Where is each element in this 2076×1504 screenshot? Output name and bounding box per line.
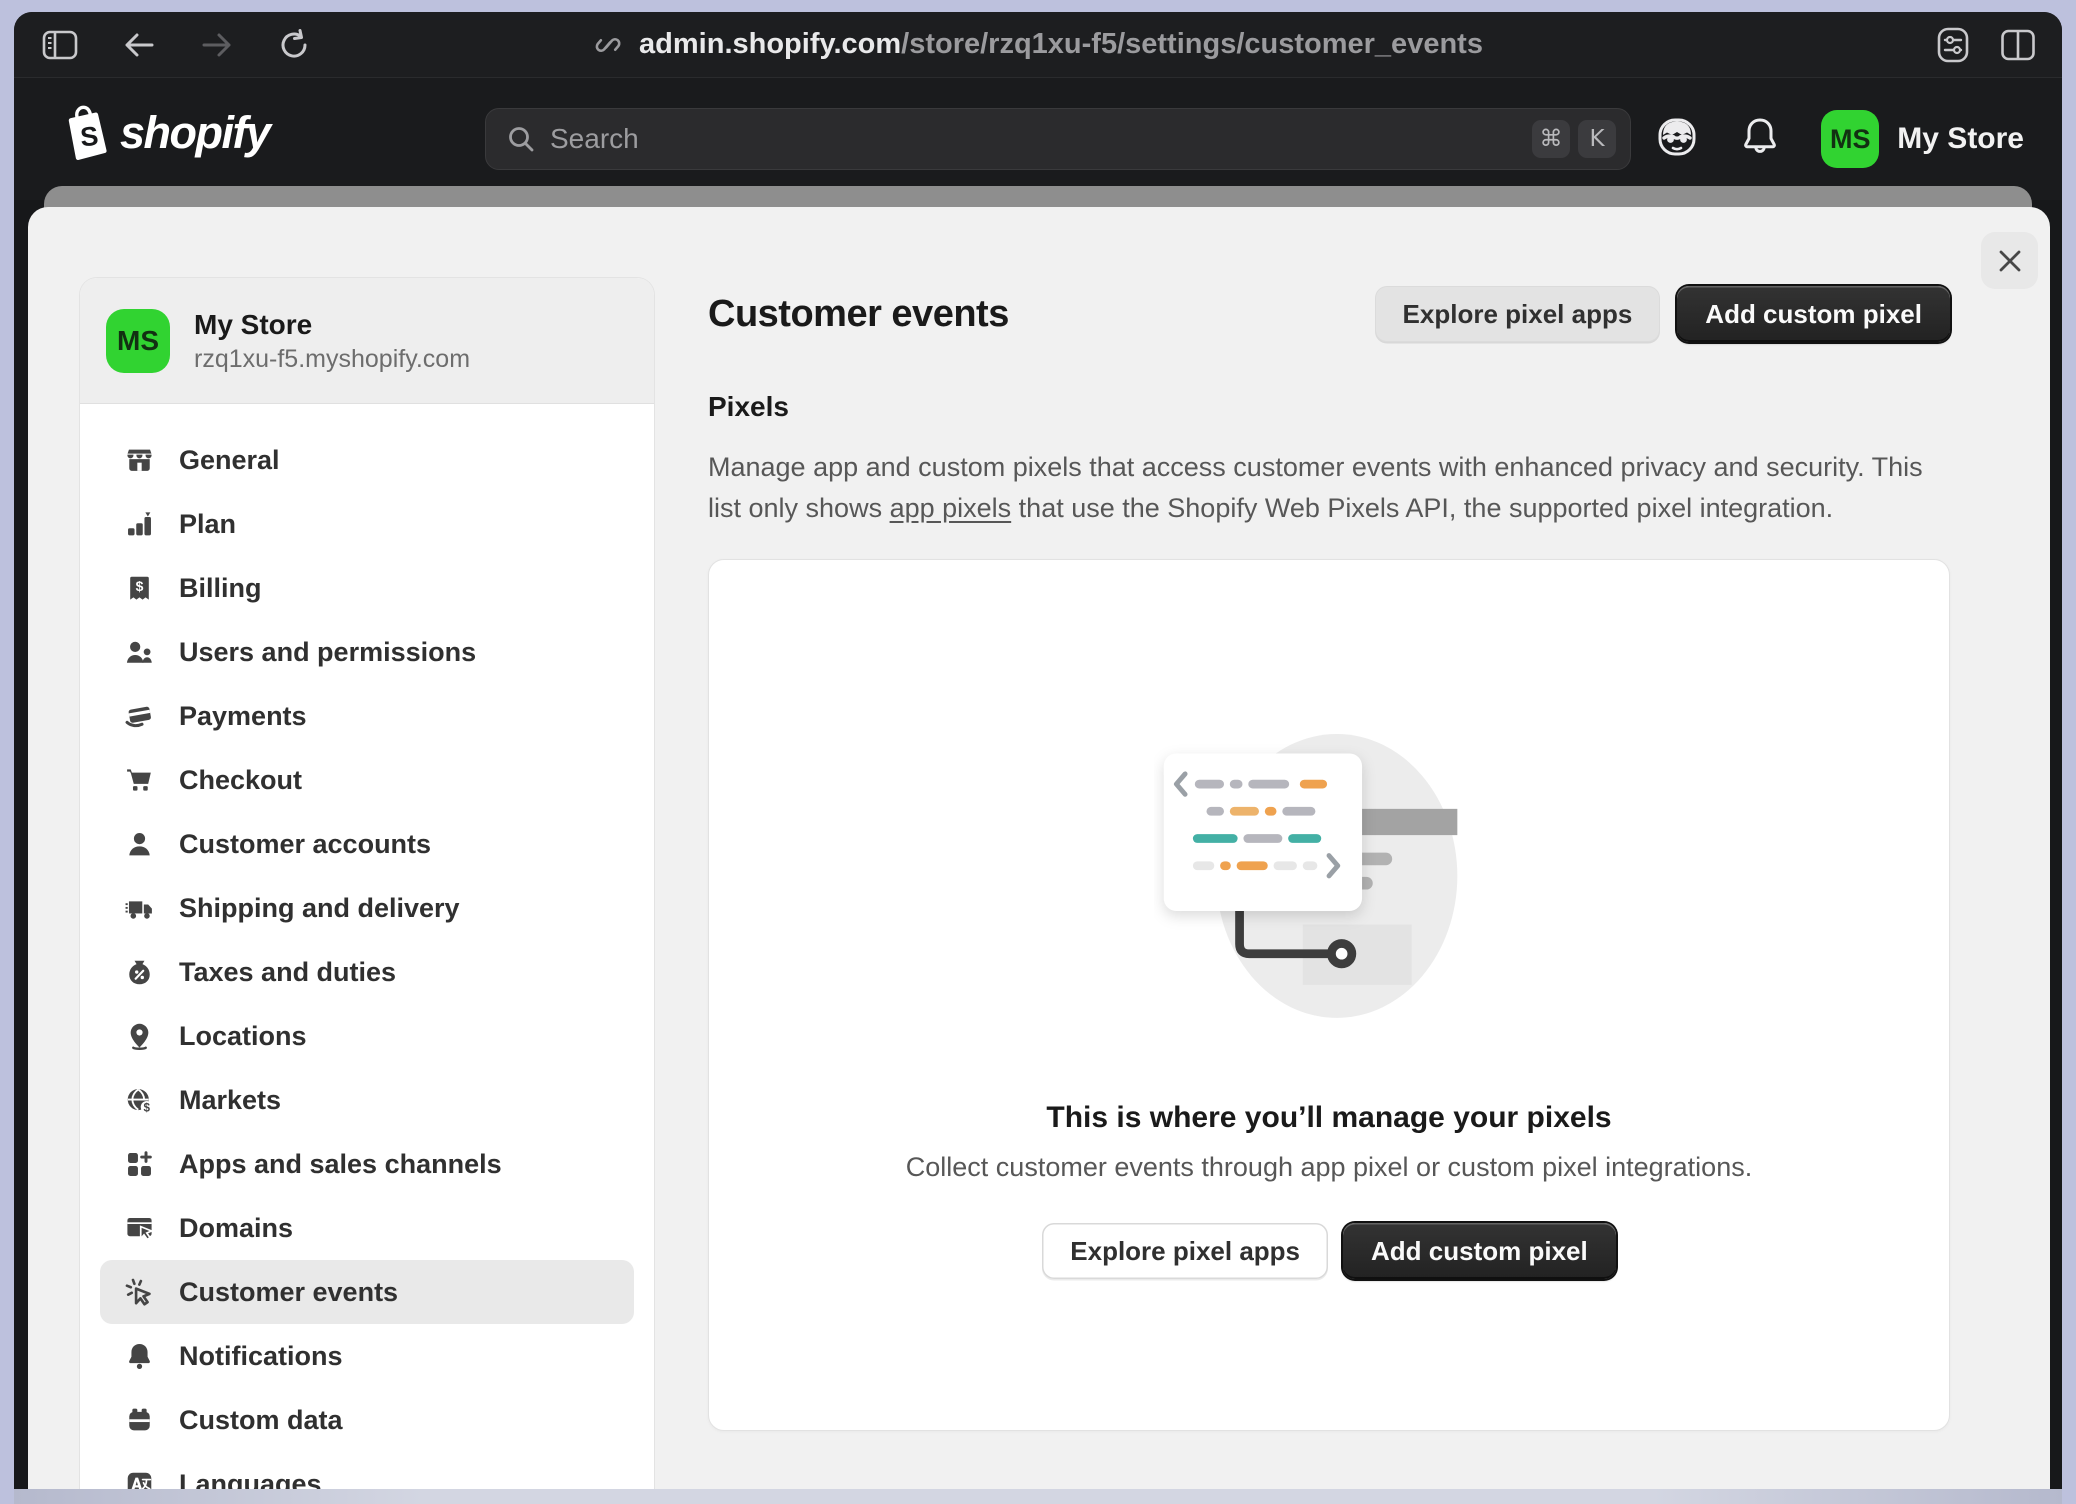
taxes-icon — [124, 957, 155, 988]
svg-text:S: S — [79, 121, 100, 152]
settings-nav: General Plan $ Billing Users and permiss… — [80, 404, 654, 1489]
url-domain: admin.shopify.com — [639, 28, 901, 60]
sidebar-item-locations[interactable]: Locations — [100, 1004, 634, 1068]
billing-icon: $ — [124, 573, 155, 604]
pixels-description: Manage app and custom pixels that access… — [708, 447, 1923, 529]
browser-toolbar: admin.shopify.com/store/rzq1xu-f5/settin… — [14, 12, 2062, 78]
search-placeholder: Search — [550, 123, 1532, 155]
sidebar-item-domains[interactable]: Domains — [100, 1196, 634, 1260]
search-icon — [506, 124, 536, 154]
custom-data-icon — [124, 1405, 155, 1436]
sidekick-icon[interactable] — [1655, 115, 1699, 164]
browser-window: admin.shopify.com/store/rzq1xu-f5/settin… — [14, 12, 2062, 1504]
locations-icon — [124, 1021, 155, 1052]
sidebar-toggle-icon[interactable] — [42, 30, 78, 60]
store-card-domain: rzq1xu-f5.myshopify.com — [194, 343, 470, 375]
checkout-icon — [124, 765, 155, 796]
add-custom-pixel-button-empty-state[interactable]: Add custom pixel — [1343, 1223, 1616, 1279]
notifications-bell-icon[interactable] — [1741, 116, 1779, 163]
url-path: /store/rzq1xu-f5/settings/customer_event… — [901, 28, 1483, 60]
sidebar-item-taxes-and-duties[interactable]: Taxes and duties — [100, 940, 634, 1004]
empty-state-subtext: Collect customer events through app pixe… — [709, 1152, 1949, 1183]
account-store-name: My Store — [1897, 122, 2024, 156]
shopify-logo[interactable]: S shopify — [60, 104, 270, 162]
sidebar-item-checkout[interactable]: Checkout — [100, 748, 634, 812]
page-title: Customer events — [708, 293, 1009, 336]
shopify-wordmark: shopify — [120, 107, 270, 159]
store-card[interactable]: MS My Store rzq1xu-f5.myshopify.com — [80, 278, 654, 404]
address-bar[interactable]: admin.shopify.com/store/rzq1xu-f5/settin… — [593, 28, 1483, 61]
store-card-name: My Store — [194, 307, 470, 343]
sidebar-item-general[interactable]: General — [100, 428, 634, 492]
settings-content: Customer events Explore pixel apps Add c… — [708, 285, 1950, 1431]
close-button[interactable] — [1981, 232, 2038, 289]
shopify-bag-icon: S — [60, 104, 110, 162]
sidebar-item-markets[interactable]: $ Markets — [100, 1068, 634, 1132]
close-icon — [1996, 247, 2024, 275]
sidebar-item-custom-data[interactable]: Custom data — [100, 1388, 634, 1452]
pixels-illustration — [1154, 728, 1504, 1020]
forward-icon[interactable] — [200, 31, 234, 59]
users-icon — [124, 637, 155, 668]
account-menu[interactable]: MS My Store — [1821, 110, 2024, 168]
settings-sidebar: MS My Store rzq1xu-f5.myshopify.com Gene… — [79, 277, 655, 1489]
reload-icon[interactable] — [278, 29, 310, 61]
explore-pixel-apps-button-empty-state[interactable]: Explore pixel apps — [1042, 1223, 1328, 1279]
link-icon — [593, 30, 623, 60]
add-custom-pixel-button[interactable]: Add custom pixel — [1677, 286, 1950, 342]
sidebar-item-customer-accounts[interactable]: Customer accounts — [100, 812, 634, 876]
sidebar-item-payments[interactable]: Payments — [100, 684, 634, 748]
svg-text:$: $ — [136, 577, 144, 593]
store-icon — [124, 445, 155, 476]
pixels-section-heading: Pixels — [708, 391, 1950, 423]
split-view-icon[interactable] — [2000, 28, 2036, 62]
sidebar-item-shipping-and-delivery[interactable]: Shipping and delivery — [100, 876, 634, 940]
settings-modal: MS My Store rzq1xu-f5.myshopify.com Gene… — [28, 207, 2050, 1489]
extensions-icon[interactable] — [1936, 26, 1970, 64]
languages-icon — [124, 1469, 155, 1490]
sidebar-item-users-and-permissions[interactable]: Users and permissions — [100, 620, 634, 684]
notifications-icon — [124, 1341, 155, 1372]
shipping-icon — [124, 893, 155, 924]
sidebar-item-customer-events[interactable]: Customer events — [100, 1260, 634, 1324]
plan-icon — [124, 509, 155, 540]
empty-state-heading: This is where you’ll manage your pixels — [709, 1101, 1949, 1135]
search-input[interactable]: Search ⌘ K — [485, 108, 1631, 170]
sidebar-item-notifications[interactable]: Notifications — [100, 1324, 634, 1388]
sidebar-item-plan[interactable]: Plan — [100, 492, 634, 556]
pixels-empty-state-card: This is where you’ll manage your pixels … — [708, 559, 1950, 1431]
domains-icon — [124, 1213, 155, 1244]
sidebar-item-billing[interactable]: $ Billing — [100, 556, 634, 620]
apps-icon — [124, 1149, 155, 1180]
window-bottom-edge — [14, 1489, 2062, 1504]
k-keycap: K — [1578, 120, 1616, 158]
sidebar-item-languages[interactable]: Languages — [100, 1452, 634, 1489]
customer-accounts-icon — [124, 829, 155, 860]
cmd-keycap: ⌘ — [1532, 120, 1570, 158]
customer-events-icon — [124, 1277, 155, 1308]
app-pixels-link[interactable]: app pixels — [890, 493, 1012, 523]
payments-icon — [124, 701, 155, 732]
svg-text:$: $ — [144, 1101, 151, 1114]
explore-pixel-apps-button[interactable]: Explore pixel apps — [1375, 286, 1661, 342]
sidebar-item-apps-and-sales-channels[interactable]: Apps and sales channels — [100, 1132, 634, 1196]
store-avatar: MS — [106, 309, 170, 373]
back-icon[interactable] — [122, 31, 156, 59]
markets-icon: $ — [124, 1085, 155, 1116]
shopify-header: S shopify Search ⌘ K MS My Store — [14, 78, 2062, 200]
account-avatar: MS — [1821, 110, 1879, 168]
